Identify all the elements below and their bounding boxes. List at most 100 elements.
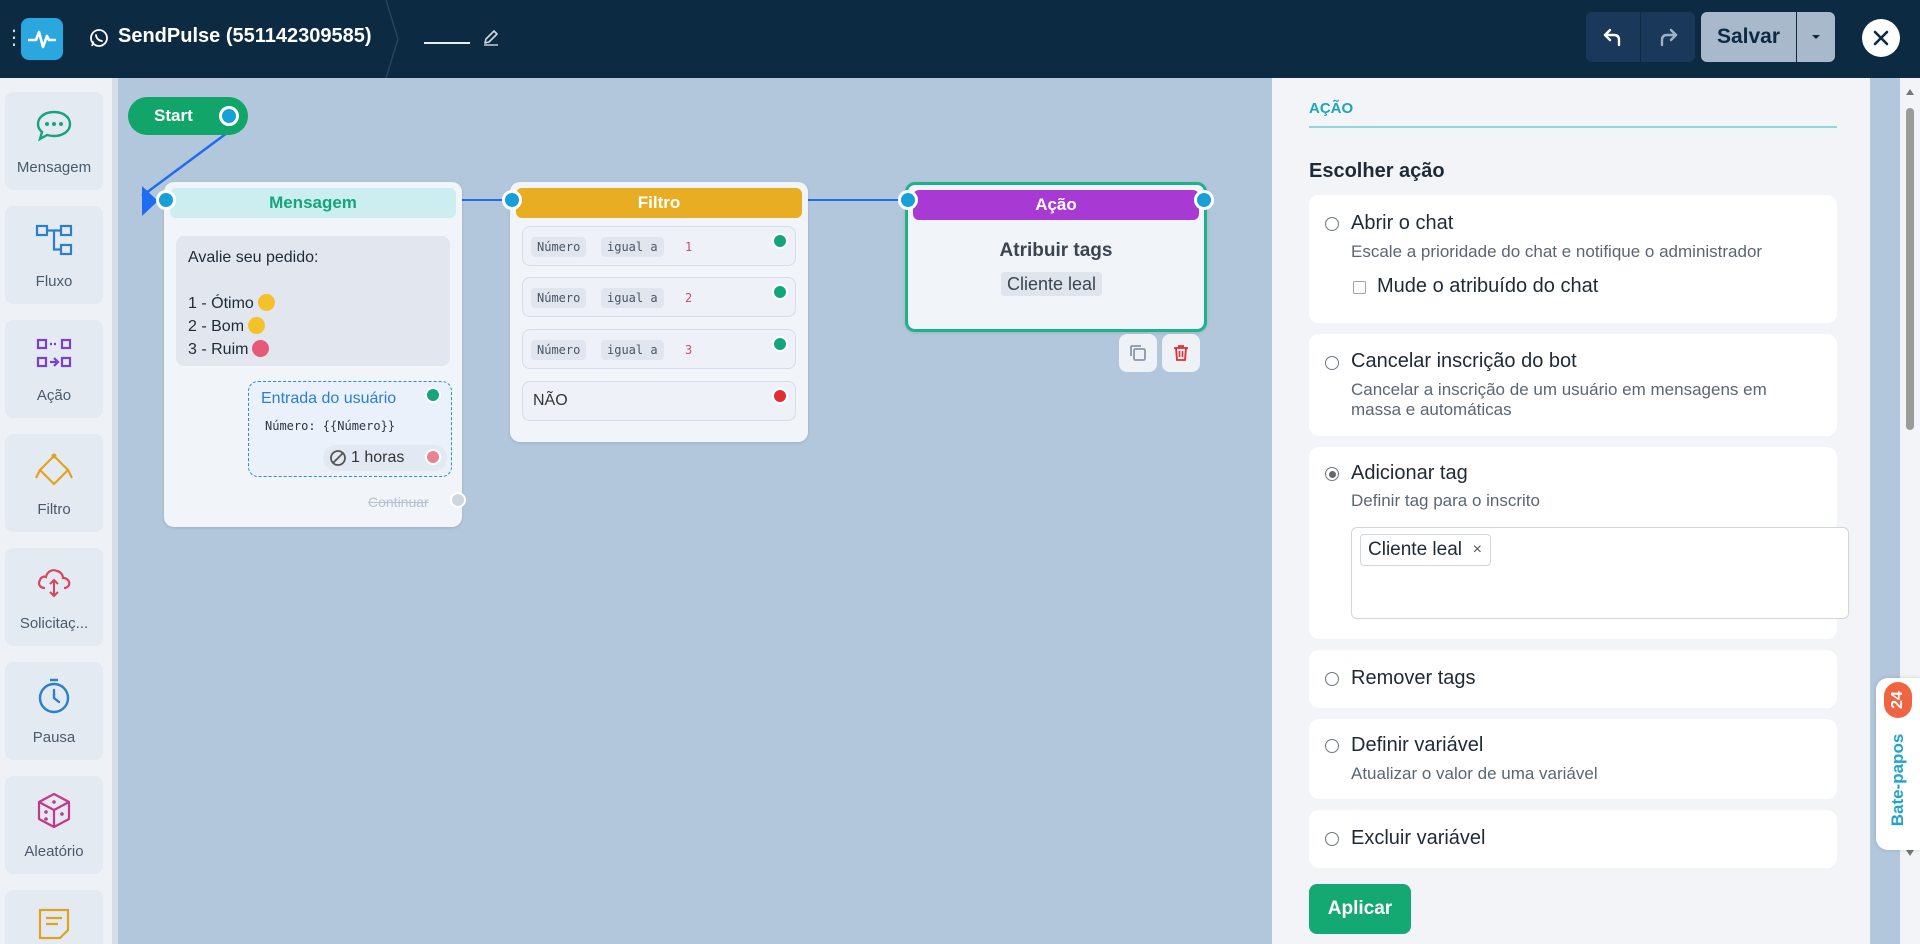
no-entry-icon [330, 450, 346, 466]
option-unsubscribe-bot[interactable]: Cancelar inscrição do bot Cancelar a ins… [1309, 334, 1837, 436]
condition-field: Número [531, 340, 587, 360]
user-input-title: Entrada do usuário [261, 390, 397, 407]
radio-open-chat[interactable] [1325, 217, 1339, 231]
filter-node[interactable]: Filtro Número igual a 1 Número igual a 2… [502, 182, 808, 442]
option-set-variable[interactable]: Definir variável Atualizar o valor de um… [1309, 719, 1837, 799]
scroll-up-icon[interactable] [1905, 88, 1915, 96]
message-line: 1 - Ótimo [188, 295, 254, 312]
copy-icon [1130, 345, 1146, 361]
condition-value: 2 [685, 291, 693, 305]
filter-condition[interactable]: Número igual a 2 [522, 277, 796, 317]
section-divider [1309, 126, 1837, 128]
tag-chip[interactable]: Cliente leal × [1360, 534, 1491, 566]
message-node[interactable]: Mensagem Avalie seu pedido: 1 - Ótimo 2 … [156, 182, 466, 527]
filter-node-header: Filtro [516, 188, 802, 218]
option-label: Adicionar tag [1351, 462, 1468, 484]
continue-label: Continuar [368, 494, 429, 510]
condition-operator: igual a [601, 340, 664, 360]
filter-input-port[interactable] [502, 190, 522, 210]
smile-emoji-icon [248, 317, 266, 334]
user-input-variable: Número: {{Número}} [265, 419, 396, 433]
option-add-tag[interactable]: Adicionar tag Definir tag para o inscrit… [1309, 447, 1849, 639]
option-description: Cancelar a inscrição de um usuário em me… [1351, 380, 1767, 419]
message-text: Avalie seu pedido: 1 - Ótimo 2 - Bom 3 -… [176, 236, 450, 366]
tag-input[interactable]: Cliente leal × [1351, 527, 1849, 619]
filter-condition[interactable]: Número igual a 3 [522, 329, 796, 369]
user-input-block[interactable]: Entrada do usuário Número: {{Número}} 1 … [248, 381, 452, 477]
else-label: NÃO [533, 392, 568, 409]
message-node-header: Mensagem [170, 188, 456, 218]
radio-unsubscribe-bot[interactable] [1325, 356, 1339, 370]
start-output-port[interactable] [219, 106, 239, 126]
message-line: Avalie seu pedido: [188, 249, 319, 266]
apply-button[interactable]: Aplicar [1309, 884, 1411, 934]
continue-output-port[interactable] [450, 492, 466, 508]
scroll-thumb[interactable] [1906, 108, 1914, 430]
undo-icon [1603, 28, 1621, 47]
radio-remove-tags[interactable] [1325, 672, 1339, 686]
close-button[interactable] [1862, 19, 1900, 57]
action-node-header: Ação [913, 190, 1199, 220]
delete-node-button[interactable] [1162, 334, 1200, 372]
message-line [188, 269, 438, 292]
condition-output-port[interactable] [772, 284, 788, 300]
remove-tag-icon[interactable]: × [1473, 535, 1482, 565]
radio-delete-variable[interactable] [1325, 832, 1339, 846]
option-label: Excluir variável [1351, 827, 1486, 849]
redo-icon [1660, 28, 1678, 47]
option-label: Abrir o chat [1351, 212, 1454, 234]
chevron-down-icon [1812, 35, 1820, 39]
action-node[interactable]: Ação Atribuir tags Cliente leal [898, 182, 1214, 332]
action-output-port[interactable] [1194, 190, 1214, 210]
timeout-value: 1 horas [351, 449, 405, 466]
option-label: Cancelar inscrição do bot [1351, 350, 1577, 372]
start-node[interactable]: Start [128, 97, 248, 135]
message-input-port[interactable] [156, 190, 176, 210]
condition-operator: igual a [601, 288, 664, 308]
tag-chip-label: Cliente leal [1368, 539, 1462, 560]
save-options-dropdown[interactable] [1797, 12, 1835, 62]
duplicate-node-button[interactable] [1119, 334, 1157, 372]
change-assignee-checkbox[interactable] [1353, 281, 1366, 294]
filter-condition[interactable]: Número igual a 1 [522, 226, 796, 266]
option-label: Remover tags [1351, 667, 1476, 689]
action-tag: Cliente leal [1001, 272, 1103, 296]
user-input-output-port[interactable] [425, 387, 441, 403]
option-description: Atualizar o valor de uma variável [1351, 764, 1598, 783]
condition-value: 3 [685, 343, 693, 357]
else-output-port[interactable] [772, 388, 788, 404]
undo-button[interactable] [1586, 12, 1640, 62]
option-remove-tags[interactable]: Remover tags [1309, 650, 1837, 708]
radio-set-variable[interactable] [1325, 739, 1339, 753]
condition-operator: igual a [601, 237, 664, 257]
action-input-port[interactable] [898, 190, 918, 210]
option-delete-variable[interactable]: Excluir variável [1309, 810, 1837, 868]
action-settings-panel: AÇÃO Escolher ação Abrir o chat Escale a… [1272, 78, 1870, 944]
choose-action-title: Escolher ação [1309, 160, 1445, 182]
timeout-output-port[interactable] [425, 449, 441, 465]
option-label: Definir variável [1351, 734, 1484, 756]
option-description: Definir tag para o inscrito [1351, 491, 1540, 510]
option-open-chat[interactable]: Abrir o chat Escale a prioridade do chat… [1309, 195, 1837, 323]
condition-output-port[interactable] [772, 336, 788, 352]
condition-output-port[interactable] [772, 233, 788, 249]
save-button[interactable]: Salvar [1701, 12, 1796, 62]
chats-count-badge: 24 [1884, 682, 1912, 718]
scroll-down-icon[interactable] [1905, 849, 1915, 857]
condition-value: 1 [685, 240, 693, 254]
redo-button[interactable] [1641, 12, 1695, 62]
checkbox-label: Mude o atribuído do chat [1377, 275, 1599, 297]
crying-emoji-icon [252, 340, 270, 357]
trash-icon [1174, 345, 1188, 361]
message-line: 3 - Ruim [188, 341, 249, 358]
chats-tab-label: Bate-papos [1888, 733, 1907, 827]
section-title: AÇÃO [1309, 100, 1354, 117]
radio-add-tag[interactable] [1325, 467, 1339, 481]
close-icon [1873, 30, 1889, 46]
chats-tab[interactable]: 24 Bate-papos [1876, 678, 1920, 850]
start-label: Start [154, 106, 193, 125]
option-description: Escale a prioridade do chat e notifique … [1351, 242, 1763, 261]
message-line: 2 - Bom [188, 318, 245, 335]
filter-else[interactable]: NÃO [522, 381, 796, 421]
action-title: Atribuir tags [999, 240, 1113, 261]
